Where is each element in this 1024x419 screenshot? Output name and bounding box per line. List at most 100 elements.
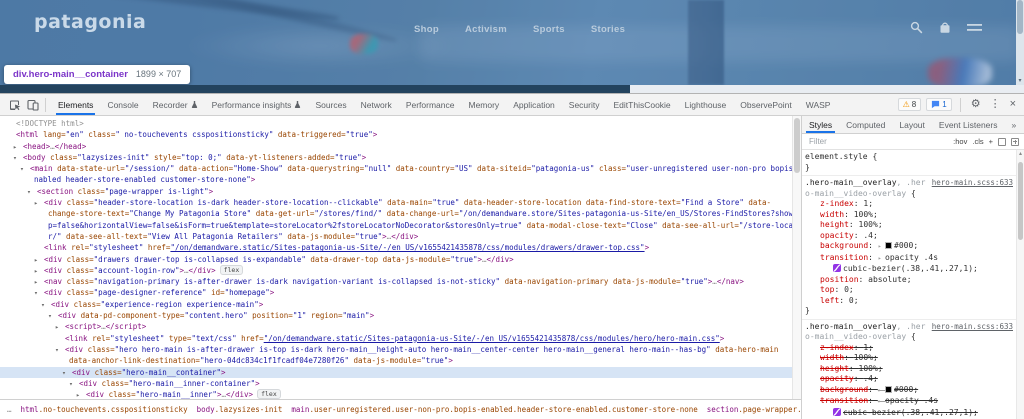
- dom-node[interactable]: change-store-text="Change My Patagonia S…: [0, 208, 792, 219]
- cubic-bezier-icon[interactable]: [833, 407, 841, 416]
- tab-wasp[interactable]: WASP: [799, 94, 838, 115]
- flex-badge[interactable]: flex: [219, 264, 244, 275]
- dom-node[interactable]: ▸ <div class="account-login-row">…</div> f…: [0, 264, 792, 276]
- tabs-overflow-icon[interactable]: »: [1005, 116, 1024, 133]
- css-property[interactable]: cubic-bezier(.38,.41,.27,1);: [805, 264, 1013, 275]
- expand-arrow-icon[interactable]: ▸: [878, 243, 885, 250]
- color-swatch[interactable]: [885, 242, 893, 249]
- styles-tab-computed[interactable]: Computed: [839, 116, 892, 133]
- css-property[interactable]: height: 100%;: [805, 364, 1013, 375]
- settings-gear-icon[interactable]: ⚙: [969, 99, 983, 110]
- dom-node[interactable]: p=false&horizontalView=false&isForm=true…: [0, 220, 792, 231]
- warnings-badge[interactable]: ⚠ 8: [897, 98, 922, 111]
- dom-node[interactable]: ▾ <div class="page-designer-reference" id…: [0, 287, 792, 298]
- expand-arrow-icon[interactable]: ▸: [76, 390, 80, 399]
- menu-icon[interactable]: [967, 22, 982, 33]
- tab-application[interactable]: Application: [506, 94, 562, 115]
- messages-badge[interactable]: 1: [926, 98, 952, 111]
- dom-node[interactable]: ▸ <div class="drawers drawer-top is-colla…: [0, 254, 792, 265]
- tab-recorder[interactable]: Recorder: [146, 94, 205, 115]
- expand-arrow-icon[interactable]: ▸: [878, 255, 885, 262]
- scroll-up-icon[interactable]: ▴: [1017, 150, 1024, 159]
- dom-node[interactable]: <!DOCTYPE html>: [0, 118, 792, 129]
- tab-elements[interactable]: Elements: [51, 94, 100, 115]
- page-scrollbar-thumb[interactable]: [1017, 0, 1023, 34]
- tab-performance-insights[interactable]: Performance insights: [205, 94, 309, 115]
- css-property[interactable]: background: ▸ #000;: [805, 241, 1013, 253]
- styles-tab-styles[interactable]: Styles: [802, 116, 839, 133]
- page-scrollbar[interactable]: ▾: [1016, 0, 1024, 85]
- dom-node[interactable]: <html lang="en" class=" no-touchevents c…: [0, 129, 792, 140]
- dom-node[interactable]: r/" data-see-all-text="View All Patagoni…: [0, 231, 792, 242]
- dom-node[interactable]: ▾ <section class="page-wrapper is-light">: [0, 186, 792, 197]
- css-property[interactable]: opacity: .4;: [805, 374, 1013, 385]
- css-property[interactable]: opacity: .4;: [805, 231, 1013, 242]
- tab-editthiscookie[interactable]: EditThisCookie: [607, 94, 678, 115]
- dom-node[interactable]: ▾ <div class="hero-main__container">: [0, 366, 792, 378]
- filter-input[interactable]: [807, 136, 950, 147]
- rendering-emulation-icon[interactable]: [998, 137, 1006, 146]
- css-property[interactable]: width: 100%;: [805, 353, 1013, 364]
- dom-node[interactable]: <link rel="stylesheet" type="text/css" h…: [0, 333, 792, 344]
- dom-node[interactable]: ▾ <div class="hero hero-main is-after-dra…: [0, 344, 792, 355]
- crumb-overflow-icon[interactable]: …: [7, 405, 12, 414]
- tab-security[interactable]: Security: [562, 94, 607, 115]
- elements-scrollbar-thumb[interactable]: [794, 118, 800, 173]
- css-property[interactable]: cubic-bezier(.38,.41,.27,1);: [805, 407, 1013, 419]
- nav-item-sports[interactable]: Sports: [533, 24, 565, 35]
- dom-node[interactable]: ▸ <div class="header-store-location is-da…: [0, 197, 792, 208]
- bag-icon[interactable]: [939, 21, 951, 34]
- dom-node[interactable]: ▸ <div class="hero-main__inner">…</div> fl…: [0, 389, 792, 399]
- crumb-item[interactable]: body.lazysizes-init: [197, 405, 283, 414]
- styles-toggle-hov[interactable]: :hov: [953, 137, 967, 146]
- inspect-element-icon[interactable]: [6, 96, 24, 114]
- dom-node[interactable]: ▾ <body class="lazysizes-init" style="top…: [0, 152, 792, 163]
- scroll-down-icon[interactable]: ▾: [1016, 77, 1024, 85]
- crumb-item[interactable]: html.no-touchevents.csspositionsticky: [21, 405, 188, 414]
- tab-network[interactable]: Network: [354, 94, 399, 115]
- device-toolbar-icon[interactable]: [24, 96, 42, 114]
- tab-memory[interactable]: Memory: [461, 94, 506, 115]
- dom-node[interactable]: ▸ <head>…</head>: [0, 141, 792, 152]
- dom-node[interactable]: nabled header-store-enabled customer-sto…: [0, 174, 792, 185]
- css-property[interactable]: position: absolute;: [805, 275, 1013, 286]
- css-property[interactable]: transition: ▸ opacity .4s: [805, 396, 1013, 408]
- dom-node[interactable]: ▾ <main data-state-url="/session/" data-a…: [0, 163, 792, 174]
- stylesheet-link[interactable]: "/on/demandware.static/Sites-patagonia-u…: [170, 243, 644, 252]
- dom-node[interactable]: ▾ <div class="hero-main__inner-container"…: [0, 378, 792, 389]
- css-property[interactable]: height: 100%;: [805, 220, 1013, 231]
- tab-lighthouse[interactable]: Lighthouse: [678, 94, 734, 115]
- css-property[interactable]: top: 0;: [805, 285, 1013, 296]
- dom-node[interactable]: ▾ <div data-pd-component-type="content.he…: [0, 310, 792, 321]
- css-property[interactable]: transition: ▸ opacity .4s: [805, 253, 1013, 265]
- expand-arrow-icon[interactable]: ▸: [878, 387, 885, 394]
- dom-node[interactable]: ▸ <script>…</script>: [0, 321, 792, 332]
- close-icon[interactable]: ×: [1008, 99, 1018, 110]
- tab-sources[interactable]: Sources: [308, 94, 353, 115]
- kebab-menu-icon[interactable]: ⋮: [988, 99, 1003, 110]
- nav-item-stories[interactable]: Stories: [591, 24, 625, 35]
- css-property[interactable]: background: ▸ #000;: [805, 385, 1013, 397]
- flex-badge[interactable]: flex: [257, 389, 281, 399]
- dom-node[interactable]: <link rel="stylesheet" href="/on/demandw…: [0, 242, 792, 253]
- expand-arrow-icon[interactable]: ▸: [878, 398, 885, 405]
- css-property[interactable]: width: 100%;: [805, 210, 1013, 221]
- nav-item-activism[interactable]: Activism: [465, 24, 507, 35]
- dom-node[interactable]: data-anchor-link-destination="hero-04dc8…: [0, 355, 792, 366]
- dom-node[interactable]: ▾ <div class="experience-region experienc…: [0, 299, 792, 310]
- stylesheet-source-link[interactable]: hero-main.scss:633: [932, 178, 1013, 189]
- styles-tab-layout[interactable]: Layout: [892, 116, 932, 133]
- nav-item-shop[interactable]: Shop: [414, 24, 439, 35]
- tab-console[interactable]: Console: [100, 94, 145, 115]
- stylesheet-source-link[interactable]: hero-main.scss:633: [932, 322, 1013, 333]
- crumb-item[interactable]: section.page-wrapper.is-light: [707, 405, 801, 414]
- tab-performance[interactable]: Performance: [399, 94, 462, 115]
- styles-scrollbar[interactable]: ▴: [1016, 150, 1024, 419]
- grid-settings-icon[interactable]: [1011, 137, 1019, 146]
- css-selector[interactable]: element.style {: [805, 152, 1013, 163]
- search-icon[interactable]: [910, 21, 923, 34]
- crumb-item[interactable]: main.user-unregistered.user-non-pro.bopi…: [291, 405, 697, 414]
- styles-tab-event-listeners[interactable]: Event Listeners: [932, 116, 1005, 133]
- stylesheet-link[interactable]: "/on/demandware.static/Sites-patagonia-u…: [264, 334, 720, 343]
- dom-node[interactable]: ▸ <nav class="navigation-primary is-after…: [0, 276, 792, 287]
